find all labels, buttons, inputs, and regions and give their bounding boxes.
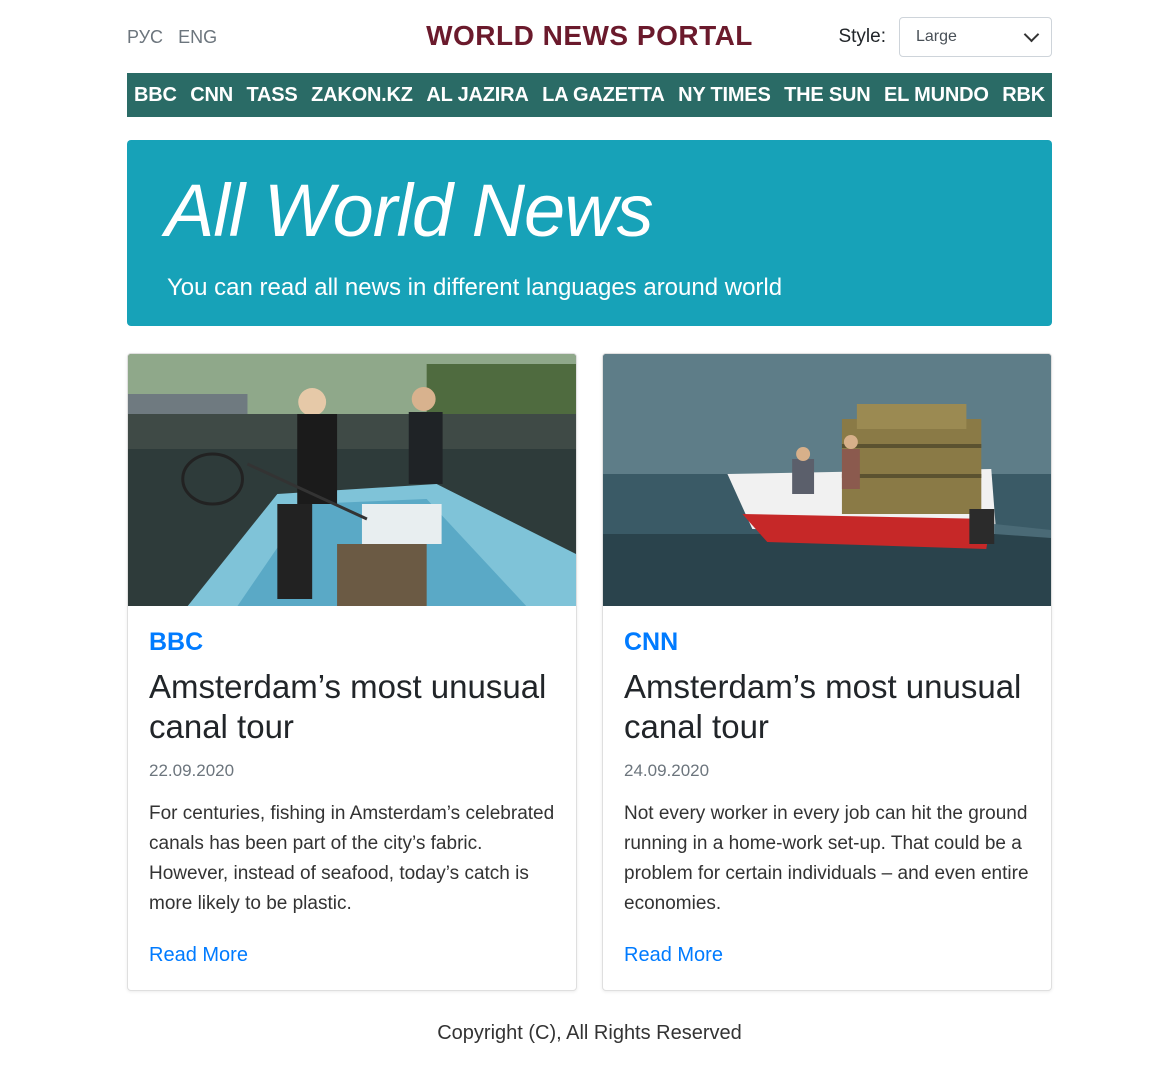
top-bar: РУС ENG WORLD NEWS PORTAL Style: Large (127, 0, 1052, 76)
nav-item-rbk[interactable]: RBK (1002, 84, 1045, 107)
footer-copyright: Copyright (C), All Rights Reserved (437, 1022, 742, 1044)
lobster-boat-photo (603, 354, 1051, 606)
card-title: Amsterdam’s most unusual canal tour (624, 668, 1022, 745)
nav-item-zakon[interactable]: ZAKON.KZ (311, 84, 413, 107)
nav-item-aljazira[interactable]: AL JAZIRA (426, 84, 528, 107)
card-body: BBC Amsterdam’s most unusual canal tour … (149, 628, 560, 919)
card-title: Amsterdam’s most unusual canal tour (149, 668, 547, 745)
nav-item-bbc[interactable]: BBC (134, 84, 177, 107)
nav-item-thesun[interactable]: THE SUN (784, 84, 871, 107)
read-more-link[interactable]: Read More (149, 944, 248, 967)
style-select[interactable]: Large (899, 17, 1052, 57)
style-label: Style: (838, 26, 886, 47)
card-text: Not every worker in every job can hit th… (624, 803, 1029, 914)
nav-item-elmundo[interactable]: EL MUNDO (884, 84, 989, 107)
read-more-link[interactable]: Read More (624, 944, 723, 967)
hero-banner: All World News You can read all news in … (127, 140, 1052, 326)
card-date: 24.09.2020 (624, 761, 710, 780)
page-container: РУС ENG WORLD NEWS PORTAL Style: Large B… (127, 0, 1052, 1044)
card-body: CNN Amsterdam’s most unusual canal tour … (624, 628, 1035, 919)
style-control: Style: Large (838, 17, 1052, 57)
canal-tour-photo (128, 354, 576, 606)
nav-item-nytimes[interactable]: NY TIMES (678, 84, 771, 107)
hero-subtitle: You can read all news in different langu… (167, 274, 783, 301)
source-nav: BBC CNN TASS ZAKON.KZ AL JAZIRA LA GAZET… (127, 73, 1052, 117)
nav-item-tass[interactable]: TASS (247, 84, 298, 107)
card-text: For centuries, fishing in Amsterdam’s ce… (149, 803, 555, 914)
nav-item-cnn[interactable]: CNN (190, 84, 233, 107)
chevron-down-icon (1023, 26, 1040, 43)
news-card: CNN Amsterdam’s most unusual canal tour … (602, 353, 1052, 991)
card-source: BBC (149, 628, 204, 656)
nav-item-lagazetta[interactable]: LA GAZETTA (542, 84, 665, 107)
card-date: 22.09.2020 (149, 761, 235, 780)
style-selected-value: Large (916, 28, 957, 45)
card-source: CNN (624, 628, 679, 656)
hero-title: All World News (165, 169, 654, 252)
news-card: BBC Amsterdam’s most unusual canal tour … (127, 353, 577, 991)
